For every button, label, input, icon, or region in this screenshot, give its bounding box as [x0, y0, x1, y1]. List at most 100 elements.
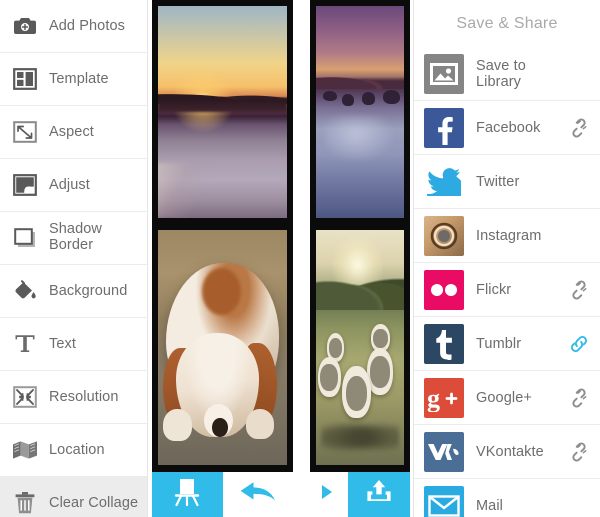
share-item-google-plus[interactable]: g Google+: [414, 371, 600, 425]
sidebar-item-label: Location: [49, 441, 105, 458]
photo-detail-sheep: [367, 347, 394, 395]
photo-sunset-over-water: [158, 6, 287, 218]
panel-title: Save & Share: [456, 14, 558, 32]
twitter-icon: [424, 161, 464, 202]
photo-detail-water-glint: [324, 116, 396, 163]
photo-detail-treeline: [158, 86, 287, 104]
trash-icon: [12, 490, 38, 516]
collage-cell-photo[interactable]: [316, 230, 404, 465]
share-button[interactable]: [348, 472, 410, 517]
broken-link-icon[interactable]: [566, 439, 592, 465]
collage-app-window: Add Photos Template Aspect Adjust Shadow…: [0, 0, 600, 517]
back-arrow-icon: [238, 479, 278, 510]
collage-left[interactable]: [152, 0, 293, 472]
photo-detail-rock: [382, 89, 401, 104]
share-item-label: Google+: [476, 389, 532, 406]
share-item-instagram[interactable]: Instagram: [414, 209, 600, 263]
forward-arrow-icon: [316, 479, 342, 510]
sidebar-item-background[interactable]: Background: [0, 265, 148, 318]
share-item-label: Tumblr: [476, 335, 522, 352]
sidebar-item-label: Add Photos: [49, 17, 125, 34]
share-item-facebook[interactable]: Facebook: [414, 101, 600, 155]
sidebar-item-clear-collage[interactable]: Clear Collage: [0, 477, 148, 517]
photo-detail-rock: [323, 90, 338, 102]
forward-button[interactable]: [310, 472, 348, 517]
broken-link-icon[interactable]: [566, 277, 592, 303]
connected-link-icon[interactable]: [566, 331, 592, 357]
photo-detail-headland: [316, 69, 404, 89]
sidebar-item-location[interactable]: Location: [0, 424, 148, 477]
share-item-mail[interactable]: Mail: [414, 479, 600, 517]
sidebar-item-label: Template: [49, 70, 109, 87]
link-status-none: [566, 169, 592, 195]
tools-sidebar: Add Photos Template Aspect Adjust Shadow…: [0, 0, 148, 517]
photo-detail-shore: [158, 162, 236, 218]
sidebar-item-label: Clear Collage: [49, 494, 139, 511]
text-t-icon: [12, 331, 38, 357]
broken-link-icon[interactable]: [566, 115, 592, 141]
sidebar-item-adjust[interactable]: Adjust: [0, 159, 148, 212]
shadow-border-icon: [12, 225, 38, 251]
adjust-corner-icon: [12, 172, 38, 198]
share-item-label: VKontakte: [476, 443, 544, 460]
photo-library-icon: [424, 53, 464, 94]
share-item-label: Flickr: [476, 281, 512, 298]
collage-right[interactable]: [310, 0, 410, 472]
sidebar-item-label: Aspect: [49, 123, 94, 140]
share-item-label: Mail: [476, 497, 503, 514]
google-plus-icon: g: [424, 377, 464, 418]
panel-divider: [413, 0, 414, 517]
broken-link-icon[interactable]: [566, 385, 592, 411]
upload-share-icon: [362, 478, 396, 511]
camera-plus-icon: [12, 13, 38, 39]
share-item-twitter[interactable]: Twitter: [414, 155, 600, 209]
sidebar-item-label: Background: [49, 282, 128, 299]
easel-button[interactable]: [152, 472, 223, 517]
photo-detail-dog-nose: [212, 418, 228, 437]
instagram-icon: [424, 215, 464, 256]
resolution-arrows-icon: [12, 384, 38, 410]
sidebar-item-label: Adjust: [49, 176, 90, 193]
collage-right-toolbar: [310, 472, 410, 517]
link-status-none: [566, 61, 592, 87]
share-item-tumblr[interactable]: Tumblr: [414, 317, 600, 371]
photo-twilight-lake-rocks: [316, 6, 404, 218]
photo-detail-hedgerow: [316, 267, 404, 310]
sidebar-item-text[interactable]: Text: [0, 318, 148, 371]
photo-detail-dog-paw-left: [163, 408, 192, 442]
link-status-none: [566, 493, 592, 517]
sidebar-item-aspect[interactable]: Aspect: [0, 106, 148, 159]
tumblr-icon: [424, 323, 464, 364]
back-button[interactable]: [222, 472, 293, 517]
sidebar-item-label: Shadow Border: [49, 221, 102, 253]
vkontakte-icon: [424, 431, 464, 472]
photo-detail-sheep: [342, 366, 371, 418]
share-item-label: Save to Library: [476, 57, 526, 90]
share-item-save-to-library[interactable]: Save to Library: [414, 47, 600, 101]
sidebar-item-template[interactable]: Template: [0, 53, 148, 106]
facebook-icon: [424, 107, 464, 148]
sidebar-divider: [147, 0, 148, 517]
share-item-label: Instagram: [476, 227, 542, 244]
collage-cell-photo[interactable]: [316, 6, 404, 218]
easel-icon: [173, 477, 201, 512]
aspect-resize-icon: [12, 119, 38, 145]
sidebar-item-add-photos[interactable]: Add Photos: [0, 0, 148, 53]
sidebar-item-label: Resolution: [49, 388, 119, 405]
photo-detail-ground-shadow: [321, 418, 399, 456]
flickr-icon: [424, 269, 464, 310]
share-item-flickr[interactable]: Flickr: [414, 263, 600, 317]
link-status-none: [566, 223, 592, 249]
sidebar-item-shadow-border[interactable]: Shadow Border: [0, 212, 148, 265]
template-grid-icon: [12, 66, 38, 92]
collage-cell-photo[interactable]: [158, 6, 287, 218]
sidebar-item-label: Text: [49, 335, 76, 352]
sidebar-item-resolution[interactable]: Resolution: [0, 371, 148, 424]
share-item-label: Twitter: [476, 173, 520, 190]
photo-detail-rock: [342, 93, 354, 106]
collage-cell-photo[interactable]: [158, 230, 287, 465]
share-item-vkontakte[interactable]: VKontakte: [414, 425, 600, 479]
photo-detail-dog-paw-right: [245, 408, 275, 440]
share-item-label: Facebook: [476, 119, 541, 136]
mail-icon: [424, 485, 464, 517]
